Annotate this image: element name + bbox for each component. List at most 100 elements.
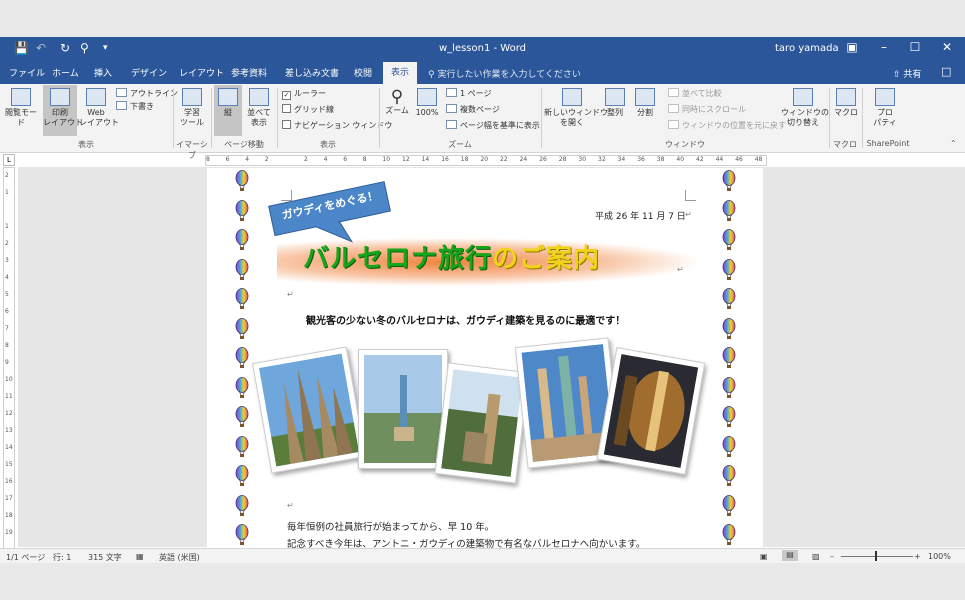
new-window-icon <box>562 88 582 106</box>
switch-windows-icon <box>793 88 813 106</box>
tab-view[interactable]: 表示 <box>383 62 418 84</box>
sync-scroll-button[interactable]: 同時にスクロール <box>668 104 746 115</box>
reset-window-button[interactable]: ウィンドウの位置を元に戻す <box>668 120 786 131</box>
balloon-icon <box>235 494 249 517</box>
read-mode-view-icon[interactable]: ▣ <box>760 552 768 561</box>
document-date: 平成 26 年 11 月 7 日 <box>595 212 686 222</box>
group-views-label: 表示 <box>78 140 94 149</box>
switch-windows-button[interactable]: ウィンドウの 切り替え <box>781 88 829 128</box>
group-window-label: ウィンドウ <box>665 140 705 149</box>
document-page[interactable]: 平成 26 年 11 月 7 日 ↵ ガウディをめぐる！ バルセロナ旅行のご案内… <box>207 168 763 548</box>
tab-mailings[interactable]: 差し込み文書 <box>285 66 339 79</box>
balloon-icon <box>722 435 736 458</box>
ruler-tick: 12 <box>5 410 13 417</box>
group-page-movement-label: ページ移動 <box>224 140 264 149</box>
photo-park-guell[interactable] <box>358 349 448 469</box>
side-by-side-compare-button[interactable]: 並べて比較 <box>668 88 722 99</box>
proofing-icon[interactable]: ▦ <box>136 552 144 561</box>
group-macros-label: マクロ <box>833 140 857 149</box>
check-icon: ✓ <box>282 91 291 100</box>
macros-button[interactable]: マクロ <box>833 88 859 118</box>
new-window-button[interactable]: 新しいウィンドウ を開く <box>544 88 608 128</box>
minimize-icon[interactable]: – <box>874 40 894 54</box>
tab-design[interactable]: デザイン <box>131 66 167 79</box>
ruler-tick: 19 <box>5 529 13 536</box>
tell-me-search[interactable]: ⚲ 実行したい作業を入力してください <box>428 67 581 80</box>
photo-sagrada-familia[interactable] <box>252 346 366 474</box>
document-title: バルセロナ旅行のご案内 <box>303 238 600 275</box>
web-layout-view-icon[interactable]: ▨ <box>812 552 820 561</box>
zoom-out-icon[interactable]: – <box>830 552 834 561</box>
multiple-pages-button[interactable]: 複数ページ <box>446 104 500 115</box>
zoom-slider-thumb[interactable] <box>875 551 877 561</box>
photo-palau-guell-interior[interactable] <box>596 347 706 475</box>
balloon-icon <box>235 317 249 340</box>
balloon-icon <box>722 524 736 546</box>
outline-button[interactable]: アウトライン <box>116 88 178 99</box>
nav-pane-checkbox[interactable]: ナビゲーション ウィンドウ <box>282 120 392 131</box>
maximize-icon[interactable]: ☐ <box>905 40 925 54</box>
paragraph-mark: ↵ <box>677 265 684 274</box>
side-by-side-button[interactable]: 並べて 表示 <box>244 88 274 128</box>
ruler-tick: 8 <box>206 156 210 163</box>
balloon-icon <box>235 465 249 487</box>
zoom-100-button[interactable]: 100% <box>414 88 440 118</box>
read-mode-label: 閲覧モード <box>5 108 37 127</box>
margin-mark <box>685 190 696 201</box>
ruler-tick: 1 <box>5 189 9 196</box>
page-count[interactable]: 1/1 ページ <box>6 552 45 563</box>
arrange-all-button[interactable]: 整列 <box>602 88 628 118</box>
comments-icon[interactable]: □ <box>941 65 951 78</box>
gridlines-checkbox[interactable]: グリッド線 <box>282 104 334 115</box>
ruler-tick: 4 <box>323 156 328 163</box>
tab-home[interactable]: ホーム <box>52 66 79 79</box>
share-button[interactable]: ⇧ 共有 <box>893 67 921 80</box>
ruler-tick: 3 <box>5 257 9 264</box>
tab-layout[interactable]: レイアウト <box>179 66 224 79</box>
zoom-button[interactable]: ⚲ ズーム <box>384 88 410 116</box>
ruler-tick: 34 <box>617 156 626 163</box>
macros-icon <box>836 88 856 106</box>
ruler-tick: 20 <box>480 156 489 163</box>
split-button[interactable]: 分割 <box>632 88 658 118</box>
multiple-pages-label: 複数ページ <box>460 105 500 114</box>
one-page-button[interactable]: 1 ページ <box>446 88 491 99</box>
zoom-level[interactable]: 100% <box>928 552 951 561</box>
balloon-icon <box>722 317 736 340</box>
zoom-in-icon[interactable]: + <box>914 552 921 561</box>
ribbon-display-options-icon[interactable]: ▣ <box>842 40 862 54</box>
ruler-tick: 2 <box>264 156 269 163</box>
status-bar: 1/1 ページ 行: 1 315 文字 ▦ 英語 (米国) ▣ ▤ ▨ – + … <box>0 548 965 563</box>
ruler-tick: 18 <box>460 156 469 163</box>
draft-button[interactable]: 下書き <box>116 101 154 112</box>
learning-tools-button[interactable]: 学習 ツール <box>176 88 208 128</box>
zoom-slider[interactable] <box>841 556 913 557</box>
collapse-ribbon-icon[interactable]: ⌃ <box>950 139 957 148</box>
ruler-tick: 2 <box>5 172 9 179</box>
page-width-button[interactable]: ページ幅を基準に表示 <box>446 120 540 131</box>
ruler-tick: 14 <box>5 444 13 451</box>
vertical-ruler[interactable]: 2 1 1 2 3 4 5 6 7 8 9 10 11 12 13 14 15 16 17 18 19 <box>3 167 15 549</box>
read-mode-button[interactable]: 閲覧モード <box>4 88 38 128</box>
tab-insert[interactable]: 挿入 <box>94 66 112 79</box>
vertical-button[interactable]: 縦 <box>214 85 242 136</box>
properties-button[interactable]: プロ パティ <box>870 88 900 128</box>
tab-review[interactable]: 校閲 <box>354 66 372 79</box>
tab-references[interactable]: 参考資料 <box>231 66 267 79</box>
line-number[interactable]: 行: 1 <box>53 552 71 563</box>
word-count[interactable]: 315 文字 <box>88 552 122 563</box>
user-name[interactable]: taro yamada <box>775 43 839 54</box>
horizontal-ruler[interactable]: 8 6 4 2 2 4 6 8 10 12 14 16 18 20 22 24 26 28 30 32 34 36 38 40… <box>205 155 767 166</box>
share-label: 共有 <box>903 70 922 80</box>
tab-selector[interactable]: L <box>3 154 15 166</box>
ruler-checkbox[interactable]: ✓ ルーラー <box>282 88 326 100</box>
ruler-tick: 40 <box>676 156 685 163</box>
print-layout-view-icon[interactable]: ▤ <box>782 550 798 561</box>
photo-casa-vicens[interactable] <box>434 362 530 484</box>
web-layout-button[interactable]: Web レイアウト <box>79 88 119 128</box>
print-layout-button[interactable]: 印刷 レイアウト <box>43 85 83 136</box>
language[interactable]: 英語 (米国) <box>159 552 200 563</box>
tab-file[interactable]: ファイル <box>9 66 45 79</box>
balloon-icon <box>722 199 736 222</box>
close-icon[interactable]: ✕ <box>937 40 957 54</box>
